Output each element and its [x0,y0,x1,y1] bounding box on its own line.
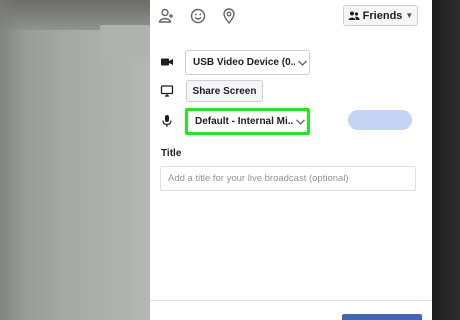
friends-icon [348,11,360,20]
video-camera-icon [160,55,174,69]
window-edge [432,0,460,320]
microphone-select[interactable]: Default - Internal Mi... [185,108,310,135]
panel-divider [150,300,432,301]
camera-select[interactable]: USB Video Device (0... [185,50,310,75]
audio-level-indicator [348,110,412,130]
title-label: Title [161,148,182,159]
tag-people-icon[interactable] [157,7,175,25]
microphone-select-value: Default - Internal Mi... [195,116,293,127]
feeling-emoji-icon[interactable] [189,7,207,25]
monitor-icon [160,84,174,98]
preview-background-object [100,25,150,57]
broadcast-settings-panel [150,0,432,320]
chevron-down-icon [293,118,307,125]
chevron-down-icon [295,59,309,66]
preview-shade [0,0,24,320]
camera-select-value: USB Video Device (0... [193,57,295,68]
go-live-button[interactable] [342,314,422,320]
location-pin-icon[interactable] [220,7,238,25]
audience-selector-button[interactable]: Friends ▼ [343,5,418,26]
title-input[interactable] [160,166,416,191]
audience-label: Friends [362,9,403,22]
camera-preview [0,0,150,320]
microphone-icon [160,114,174,128]
caret-down-icon: ▼ [405,11,414,20]
share-screen-button[interactable]: Share Screen [186,80,263,102]
